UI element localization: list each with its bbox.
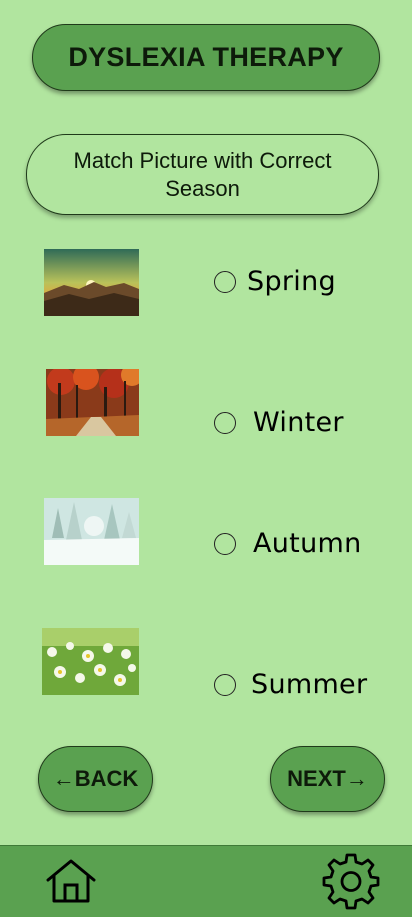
option-autumn[interactable]: Autumn (214, 528, 362, 559)
gear-icon[interactable] (322, 852, 380, 915)
daisy-field-image (42, 628, 139, 695)
option-summer[interactable]: Summer (214, 669, 367, 700)
sunrise-mountain-image (44, 249, 139, 316)
back-button[interactable]: ←BACK (38, 746, 153, 812)
home-icon[interactable] (44, 858, 98, 909)
option-label: Spring (247, 266, 336, 297)
option-winter[interactable]: Winter (214, 407, 344, 438)
radio-button[interactable] (214, 270, 236, 293)
page-title: DYSLEXIA THERAPY (32, 24, 380, 91)
snowy-forest-image (44, 498, 139, 565)
option-spring[interactable]: Spring (214, 266, 336, 297)
autumn-forest-image (46, 369, 139, 436)
radio-button[interactable] (214, 673, 236, 696)
option-label: Summer (251, 669, 368, 700)
option-label: Autumn (253, 528, 362, 559)
radio-button[interactable] (214, 532, 236, 555)
next-button[interactable]: NEXT→ (270, 746, 385, 812)
radio-button[interactable] (214, 411, 236, 434)
option-label: Winter (253, 407, 344, 438)
bottom-nav-bar (0, 845, 412, 917)
instruction-text: Match Picture with Correct Season (26, 134, 379, 215)
